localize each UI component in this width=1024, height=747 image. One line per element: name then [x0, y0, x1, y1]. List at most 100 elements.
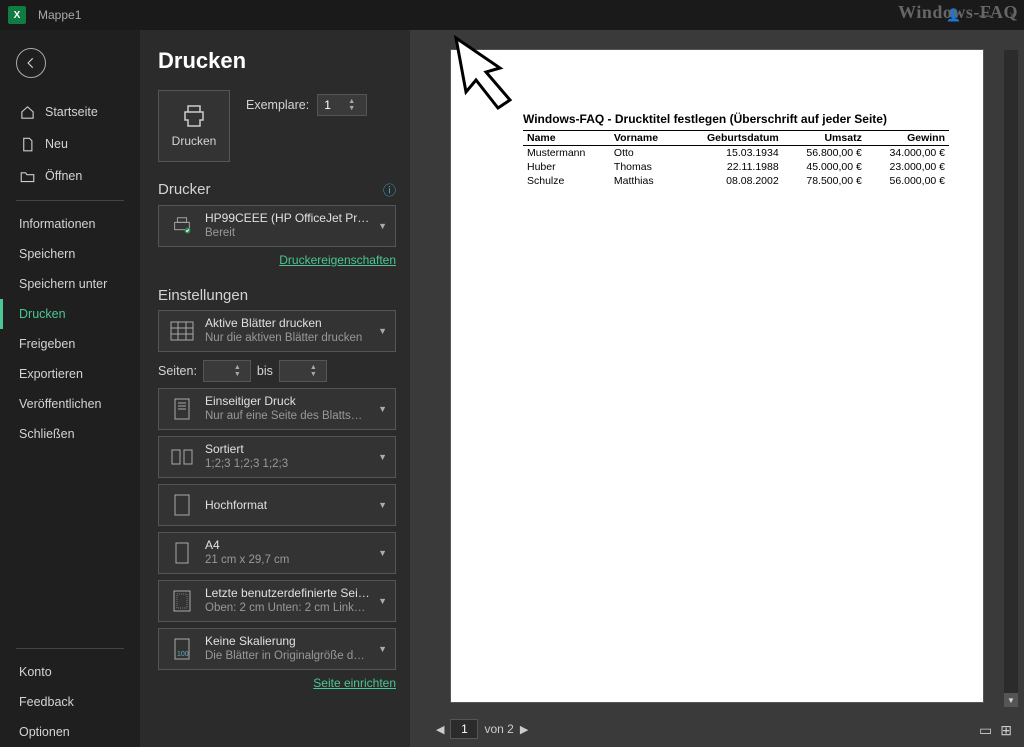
printer-properties-link[interactable]: Druckereigenschaften	[279, 253, 396, 267]
table-header: Name	[523, 131, 610, 146]
collate-icon	[167, 442, 197, 472]
printer-selector[interactable]: HP99CEEE (HP OfficeJet Pro… Bereit ▼	[158, 205, 396, 247]
table-row: MustermannOtto15.03.193456.800,00 €34.00…	[523, 146, 949, 161]
chevron-down-icon: ▼	[372, 548, 387, 558]
table-cell: 23.000,00 €	[866, 160, 949, 174]
table-cell: Mustermann	[523, 146, 610, 161]
table-header: Vorname	[610, 131, 678, 146]
titlebar: X Mappe1 👤 — ×	[0, 0, 1024, 30]
portrait-icon	[167, 490, 197, 520]
sidebar-new[interactable]: Neu	[0, 128, 140, 160]
close-icon[interactable]: ×	[1009, 8, 1016, 22]
sidebar-item-label: Exportieren	[19, 367, 83, 381]
paper-size-selector[interactable]: A4 21 cm x 29,7 cm ▼	[158, 532, 396, 574]
sidebar-item-label: Optionen	[19, 725, 70, 739]
doc-heading: Windows-FAQ - Drucktitel festlegen (Über…	[523, 112, 949, 126]
folder-open-icon	[19, 168, 35, 184]
selector-title: Einseitiger Druck	[205, 394, 362, 409]
document-icon	[19, 136, 35, 152]
orientation-selector[interactable]: Hochformat ▼	[158, 484, 396, 526]
sidebar-item-schließen[interactable]: Schließen	[0, 419, 140, 449]
table-cell: 45.000,00 €	[783, 160, 866, 174]
table-row: HuberThomas22.11.198845.000,00 €23.000,0…	[523, 160, 949, 174]
info-icon[interactable]: ⓘ	[383, 180, 396, 199]
scaling-selector[interactable]: 100 Keine Skalierung Die Blätter in Orig…	[158, 628, 396, 670]
sidebar-item-veröffentlichen[interactable]: Veröffentlichen	[0, 389, 140, 419]
chevron-down-icon: ▼	[372, 644, 387, 654]
sidebar-item-exportieren[interactable]: Exportieren	[0, 359, 140, 389]
table-row: SchulzeMatthias08.08.200278.500,00 €56.0…	[523, 174, 949, 188]
sheets-icon	[167, 316, 197, 346]
name-icon[interactable]: 👤	[946, 8, 961, 22]
next-page-button[interactable]: ▶	[520, 723, 528, 736]
show-margins-icon[interactable]: ⊞	[1000, 722, 1012, 739]
sidebar-item-speichern-unter[interactable]: Speichern unter	[0, 269, 140, 299]
paper-icon	[167, 538, 197, 568]
sidebar-item-optionen[interactable]: Optionen	[0, 717, 140, 747]
doc-table: NameVornameGeburtsdatumUmsatzGewinn Must…	[523, 130, 949, 188]
printer-status: Bereit	[205, 226, 372, 240]
collate-selector[interactable]: Sortiert 1;2;3 1;2;3 1;2;3 ▼	[158, 436, 396, 478]
sidebar-item-freigeben[interactable]: Freigeben	[0, 329, 140, 359]
sidebar-home[interactable]: Startseite	[0, 96, 140, 128]
sidebar-label: Startseite	[45, 105, 98, 119]
page-nav: ◀ von 2 ▶	[436, 719, 528, 739]
sidebar-item-feedback[interactable]: Feedback	[0, 687, 140, 717]
print-what-selector[interactable]: Aktive Blätter drucken Nur die aktiven B…	[158, 310, 396, 352]
chevron-down-icon: ▼	[372, 326, 387, 336]
sidebar-open[interactable]: Öffnen	[0, 160, 140, 192]
sidebar-label: Öffnen	[45, 169, 82, 183]
sidebar-item-drucken[interactable]: Drucken	[0, 299, 140, 329]
print-button[interactable]: Drucken	[158, 90, 230, 162]
table-cell: 34.000,00 €	[866, 146, 949, 161]
table-cell: Matthias	[610, 174, 678, 188]
chevron-down-icon: ▼	[372, 452, 387, 462]
chevron-down-icon: ▼	[372, 500, 387, 510]
scroll-down-icon[interactable]: ▼	[1004, 693, 1018, 707]
page-number-input[interactable]	[450, 719, 478, 739]
duplex-selector[interactable]: Einseitiger Druck Nur auf eine Seite des…	[158, 388, 396, 430]
printer-heading: Drucker	[158, 181, 211, 198]
prev-page-button[interactable]: ◀	[436, 723, 444, 736]
backstage-sidebar: Startseite Neu Öffnen Informationen Speic…	[0, 30, 140, 747]
zoom-to-page-icon[interactable]: ▭	[979, 722, 992, 739]
sidebar-item-label: Speichern	[19, 247, 75, 261]
minimize-icon[interactable]: —	[979, 8, 991, 22]
sidebar-item-informationen[interactable]: Informationen	[0, 209, 140, 239]
pages-to[interactable]: ▲▼	[279, 360, 327, 382]
margins-selector[interactable]: Letzte benutzerdefinierte Seit… Oben: 2 …	[158, 580, 396, 622]
selector-title: A4	[205, 538, 289, 553]
table-cell: Schulze	[523, 174, 610, 188]
selector-title: Sortiert	[205, 442, 288, 457]
table-cell: 56.800,00 €	[783, 146, 866, 161]
selector-title: Keine Skalierung	[205, 634, 365, 649]
print-panel: Drucken Drucken Exemplare: ▲▼ Drucker ⓘ	[140, 30, 410, 747]
sidebar-item-speichern[interactable]: Speichern	[0, 239, 140, 269]
selector-title: Aktive Blätter drucken	[205, 316, 362, 331]
page-setup-link[interactable]: Seite einrichten	[313, 676, 396, 690]
sidebar-item-label: Freigeben	[19, 337, 75, 351]
table-cell: Otto	[610, 146, 678, 161]
sidebar-item-label: Feedback	[19, 695, 74, 709]
sidebar-item-konto[interactable]: Konto	[0, 657, 140, 687]
sidebar-label: Neu	[45, 137, 68, 151]
margins-icon	[167, 586, 197, 616]
selector-title: Hochformat	[205, 498, 267, 513]
copies-spinner[interactable]: ▲▼	[317, 94, 367, 116]
pages-from[interactable]: ▲▼	[203, 360, 251, 382]
selector-sub: Nur die aktiven Blätter drucken	[205, 331, 362, 345]
scrollbar[interactable]	[1004, 50, 1018, 707]
back-button[interactable]	[16, 48, 46, 78]
table-cell: Thomas	[610, 160, 678, 174]
settings-heading: Einstellungen	[158, 287, 248, 304]
chevron-down-icon: ▼	[372, 596, 387, 606]
chevron-down-icon: ▼	[372, 404, 387, 414]
separator	[16, 200, 124, 201]
page-of-label: von 2	[484, 722, 513, 736]
selector-sub: 21 cm x 29,7 cm	[205, 553, 289, 567]
print-button-label: Drucken	[172, 134, 217, 148]
table-header: Geburtsdatum	[678, 131, 782, 146]
table-cell: 22.11.1988	[678, 160, 782, 174]
copies-input[interactable]	[318, 98, 348, 112]
selector-sub: Die Blätter in Originalgröße d…	[205, 649, 365, 663]
